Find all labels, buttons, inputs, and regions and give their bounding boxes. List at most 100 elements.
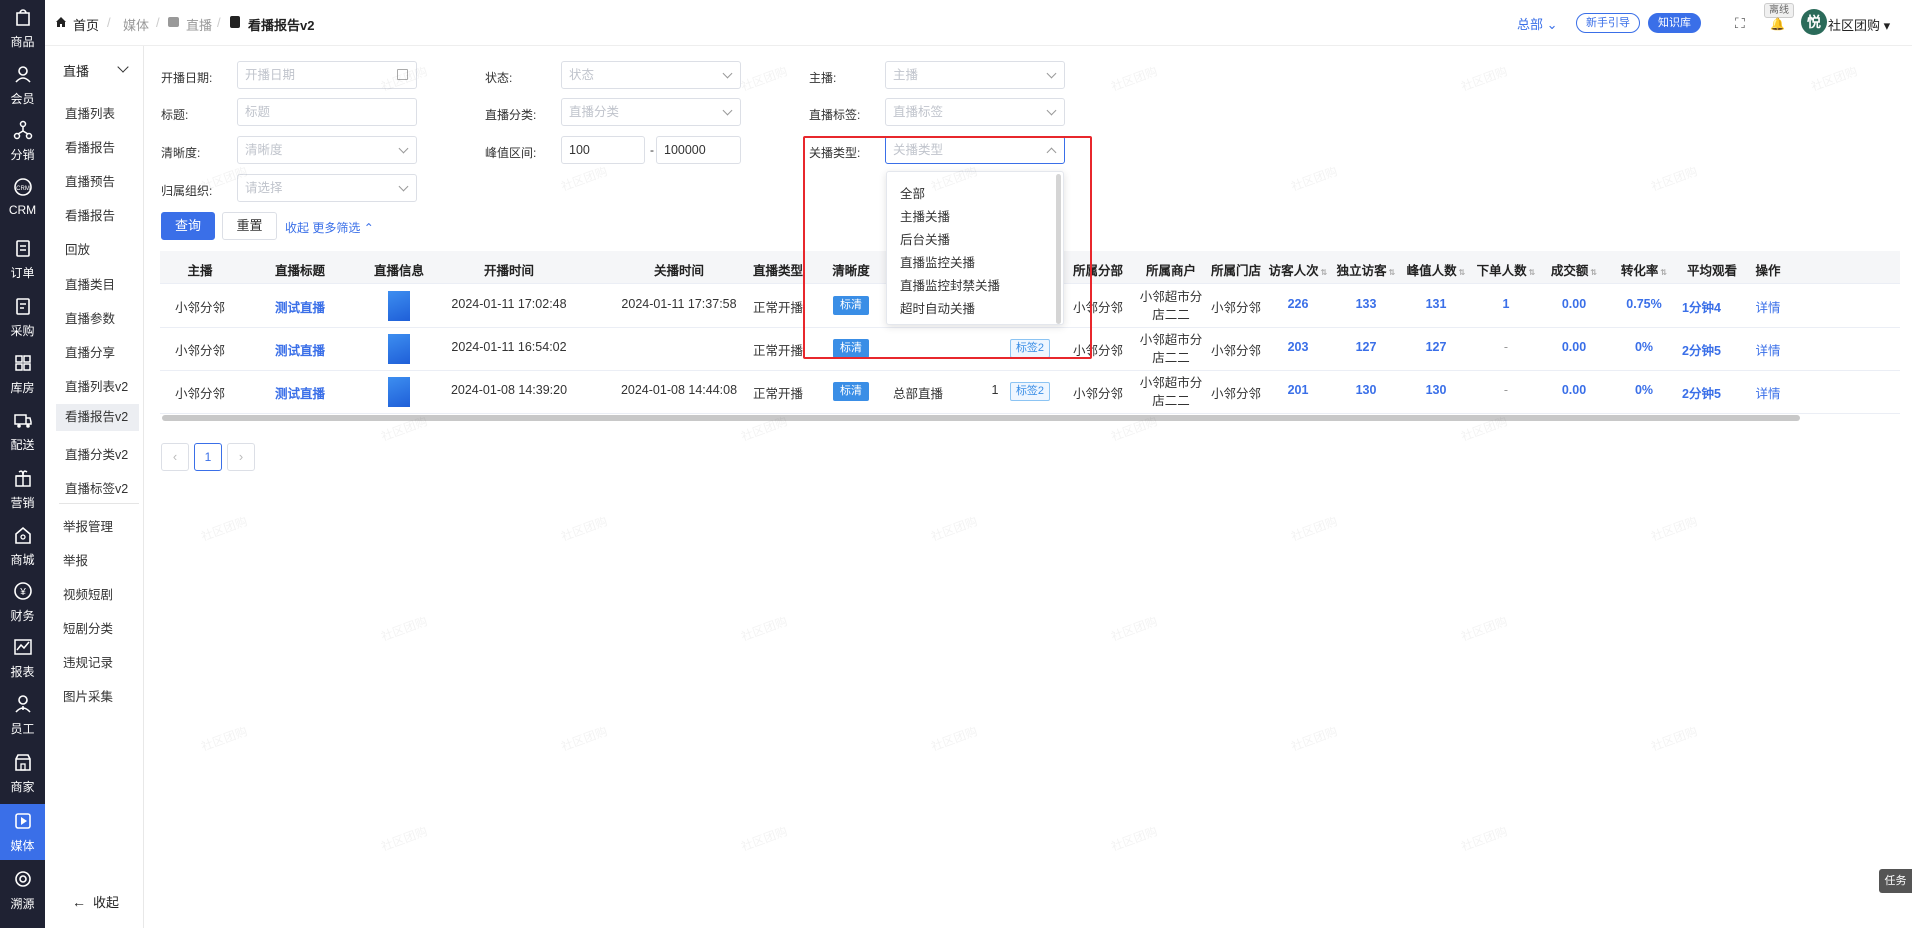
submenu-item[interactable]: 直播预告	[65, 171, 115, 190]
prev-page-button[interactable]: ‹	[161, 443, 189, 471]
th-col-uv[interactable]: 独立访客 ⇅	[1336, 260, 1396, 279]
watermark: 社区团购	[1459, 614, 1510, 644]
rail-item-label: 商城	[10, 552, 35, 567]
submenu-collapse-button[interactable]: ← 收起	[72, 892, 119, 911]
clarity-select[interactable]: 清晰度	[237, 136, 417, 164]
th-col-gmv[interactable]: 成交额 ⇅	[1544, 260, 1604, 279]
submenu-item[interactable]: 看播报告	[65, 205, 115, 224]
rail-item-staff[interactable]: 员工	[0, 687, 45, 743]
submenu-item[interactable]: 直播参数	[65, 308, 115, 327]
th-col-peak[interactable]: 峰值人数 ⇅	[1406, 260, 1466, 279]
submenu-item[interactable]: 直播标签v2	[65, 478, 128, 497]
rail-item-trace[interactable]: 溯源	[0, 862, 45, 918]
rail-item-distribution[interactable]: 分销	[0, 113, 45, 169]
org-select[interactable]: 请选择	[237, 174, 417, 202]
query-button[interactable]: 查询	[161, 212, 215, 240]
rail-item-member[interactable]: 会员	[0, 57, 45, 113]
rail-item-merchant[interactable]: 商家	[0, 745, 45, 801]
fullscreen-icon[interactable]: ⛶	[1735, 15, 1745, 32]
peak-max-input[interactable]: 100000	[656, 136, 741, 164]
sort-icon[interactable]: ⇅	[1660, 268, 1667, 277]
sort-icon[interactable]: ⇅	[1529, 268, 1536, 277]
cell-title[interactable]: 测试直播	[240, 383, 360, 402]
rail-item-media[interactable]: 媒体	[0, 804, 45, 860]
submenu-item[interactable]: 看播报告	[65, 137, 115, 156]
toggle-more-filters[interactable]: 收起 更多筛选 ⌃	[285, 219, 374, 236]
th-col-conversion[interactable]: 转化率 ⇅	[1614, 260, 1674, 279]
sort-icon[interactable]: ⇅	[1389, 268, 1396, 277]
rail-item-finance[interactable]: ¥ 财务	[0, 574, 45, 630]
home-icon[interactable]	[55, 16, 67, 28]
task-button[interactable]: 任务	[1879, 869, 1912, 893]
submenu-section-live[interactable]: 直播	[63, 61, 89, 80]
chevron-down-icon	[398, 181, 409, 192]
submenu-item[interactable]: 直播分类v2	[65, 444, 128, 463]
sort-icon[interactable]: ⇅	[1459, 268, 1466, 277]
rail-item-label: 库房	[10, 380, 35, 395]
category-select[interactable]: 直播分类	[561, 98, 741, 126]
rail-item-product[interactable]: 商品	[0, 0, 45, 56]
account-menu[interactable]: 社区团购 ▾	[1828, 15, 1890, 34]
th-col-orders[interactable]: 下单人数 ⇅	[1476, 260, 1536, 279]
submenu-item[interactable]: 举报管理	[63, 516, 113, 535]
cell-merchant: 小邻超市分 店二二	[1131, 331, 1211, 367]
breadcrumb-live[interactable]: 直播	[186, 15, 212, 34]
submenu-section-label: 直播	[63, 64, 90, 79]
submenu-item[interactable]: 直播类目	[65, 274, 115, 293]
anchor-placeholder: 主播	[893, 68, 919, 82]
submenu-item[interactable]: 回放	[65, 239, 90, 258]
cell-action[interactable]: 详情	[1708, 340, 1828, 359]
bell-icon[interactable]: 🔔	[1770, 17, 1785, 31]
watermark: 社区团购	[559, 514, 610, 544]
knowledge-base-button[interactable]: 知识库	[1648, 13, 1701, 33]
cell-action[interactable]: 详情	[1708, 383, 1828, 402]
rail-item-crm[interactable]: CRM CRM	[0, 169, 45, 225]
submenu-item[interactable]: 直播列表	[65, 103, 115, 122]
submenu-item[interactable]: 直播列表v2	[65, 376, 128, 395]
watermark: 社区团购	[1109, 64, 1160, 94]
submenu-item[interactable]: 举报	[63, 550, 88, 569]
sort-icon[interactable]: ⇅	[1321, 268, 1328, 277]
next-page-button[interactable]: ›	[227, 443, 255, 471]
guide-button[interactable]: 新手引导	[1576, 13, 1640, 33]
rail-item-order[interactable]: 订单	[0, 231, 45, 287]
arrow-left-icon: ←	[72, 893, 86, 910]
page-1-button[interactable]: 1	[194, 443, 222, 471]
submenu-item[interactable]: 看播报告v2	[56, 404, 139, 431]
submenu-item[interactable]: 短剧分类	[63, 618, 113, 637]
account-name: 社区团购	[1828, 18, 1881, 33]
live-thumbnail[interactable]	[388, 377, 410, 407]
status-placeholder: 状态	[569, 68, 595, 82]
reset-button[interactable]: 重置	[222, 212, 277, 240]
cell-title[interactable]: 测试直播	[240, 297, 360, 316]
avatar[interactable]: 悦	[1801, 9, 1827, 35]
submenu-item[interactable]: 违规记录	[63, 652, 113, 671]
rail-item-delivery[interactable]: 配送	[0, 403, 45, 459]
submenu-item[interactable]: 视频短剧	[63, 584, 113, 603]
breadcrumb-home[interactable]: 首页	[73, 15, 99, 34]
status-select[interactable]: 状态	[561, 61, 741, 89]
sort-icon[interactable]: ⇅	[1590, 268, 1597, 277]
anchor-select[interactable]: 主播	[885, 61, 1065, 89]
rail-item-marketing[interactable]: 营销	[0, 461, 45, 517]
title-input[interactable]: 标题	[237, 98, 417, 126]
live-thumbnail[interactable]	[388, 291, 410, 321]
rail-item-warehouse[interactable]: 库房	[0, 346, 45, 402]
org-switcher[interactable]: 总部 ⌄	[1517, 14, 1558, 33]
peak-min-input[interactable]: 100	[561, 136, 645, 164]
marketing-icon	[13, 468, 33, 494]
cell-action[interactable]: 详情	[1708, 297, 1828, 316]
th-col-visits[interactable]: 访客人次 ⇅	[1268, 260, 1328, 279]
rail-item-mall[interactable]: 商城	[0, 518, 45, 574]
rail-item-purchase[interactable]: 采购	[0, 289, 45, 345]
breadcrumb-media[interactable]: 媒体	[123, 15, 149, 34]
submenu-item[interactable]: 直播分享	[65, 342, 115, 361]
rail-item-report[interactable]: 报表	[0, 630, 45, 686]
clarity-label: 清晰度:	[161, 146, 201, 160]
live-thumbnail[interactable]	[388, 334, 410, 364]
cell-title[interactable]: 测试直播	[240, 340, 360, 359]
tag-select[interactable]: 直播标签	[885, 98, 1065, 126]
merchant-icon	[13, 752, 33, 778]
rail-item-label: 采购	[10, 323, 35, 338]
submenu-item[interactable]: 图片采集	[63, 686, 113, 705]
